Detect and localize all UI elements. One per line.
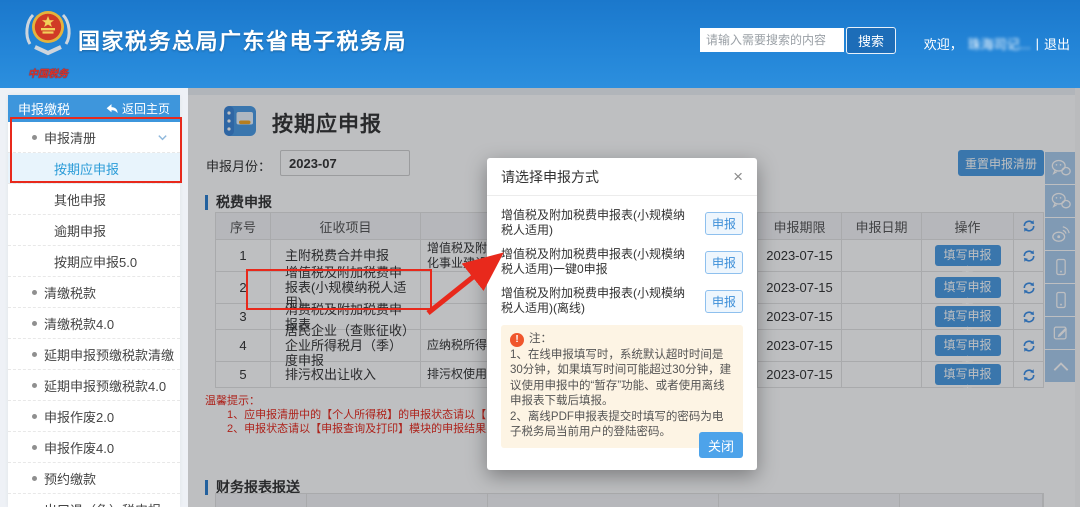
sidebar-item-yanqi-qingjiao[interactable]: 延期申报预缴税款清缴 <box>8 339 180 370</box>
back-arrow-icon <box>106 103 118 113</box>
dialog-title: 请选择申报方式 <box>501 168 599 185</box>
declare-button[interactable]: 申报 <box>705 289 743 313</box>
bullet-dot <box>32 135 37 140</box>
sidebar-item-anqi-ying-shenbao[interactable]: 按期应申报 <box>8 153 180 184</box>
sidebar-item-yanqi-4[interactable]: 延期申报预缴税款4.0 <box>8 370 180 401</box>
top-header: 中国税务 国家税务总局广东省电子税务局 搜索 欢迎， 珠海司记... | 退出 <box>0 0 1080 88</box>
bullet-dot <box>32 352 37 357</box>
close-button[interactable]: 关闭 <box>699 432 743 458</box>
warning-icon: ! <box>510 332 524 347</box>
note-title: 注： <box>529 333 552 345</box>
national-emblem-icon <box>25 11 71 56</box>
sidebar-item-qingjiao-4[interactable]: 清缴税款4.0 <box>8 308 180 339</box>
welcome-label: 欢迎， <box>923 37 963 52</box>
logout-link[interactable]: 退出 <box>1044 34 1070 53</box>
bullet-dot <box>32 383 37 388</box>
chevron-down-icon <box>157 131 168 146</box>
dialog-note: ! 注： 1、在线申报填写时，系统默认超时时间是30分钟，如果填写时间可能超过3… <box>501 325 743 448</box>
electronic-tax-bureau-page: 中国税务 国家税务总局广东省电子税务局 搜索 欢迎， 珠海司记... | 退出 申… <box>0 0 1080 507</box>
sidebar: 申报缴税 返回主页 申报清册 按期应申报 其他申报 逾期申报 按期应申报5.0 <box>8 95 180 507</box>
back-home-link[interactable]: 返回主页 <box>105 100 170 117</box>
option-label: 增值税及附加税费申报表(小规模纳税人适用)一键0申报 <box>501 247 685 276</box>
bullet-dot <box>32 445 37 450</box>
logo-caption: 中国税务 <box>28 69 68 80</box>
sidebar-item-yuqi-shenbao[interactable]: 逾期申报 <box>8 215 180 246</box>
sidebar-item-shenbao-qingce[interactable]: 申报清册 <box>8 122 180 153</box>
sidebar-item-qita-shenbao[interactable]: 其他申报 <box>8 184 180 215</box>
sidebar-item-zuofei-4[interactable]: 申报作废4.0 <box>8 432 180 463</box>
separator: | <box>1035 36 1039 51</box>
declare-button[interactable]: 申报 <box>705 250 743 274</box>
sidebar-item-qingjiao-shuikuan[interactable]: 清缴税款 <box>8 277 180 308</box>
dialog-header: 请选择申报方式 × <box>487 158 757 196</box>
search-button[interactable]: 搜索 <box>846 27 896 54</box>
sidebar-item-anqi-5[interactable]: 按期应申报5.0 <box>8 246 180 277</box>
user-area: 欢迎， 珠海司记... | 退出 <box>924 34 1070 53</box>
option-label: 增值税及附加税费申报表(小规模纳税人适用)(离线) <box>501 286 685 315</box>
sidebar-item-chukou-tui[interactable]: 出口退（免）税申报 <box>8 494 180 507</box>
sidebar-item-zuofei-2[interactable]: 申报作废2.0 <box>8 401 180 432</box>
bullet-dot <box>32 321 37 326</box>
close-icon[interactable]: × <box>733 168 743 185</box>
site-title: 国家税务总局广东省电子税务局 <box>78 29 408 54</box>
username: 珠海司记... <box>967 37 1031 52</box>
dialog-footer: 关闭 <box>699 432 743 458</box>
sidebar-header: 申报缴税 返回主页 <box>8 95 180 122</box>
sidebar-title: 申报缴税 <box>18 102 71 117</box>
bullet-dot <box>32 290 37 295</box>
declaration-method-dialog: 请选择申报方式 × 增值税及附加税费申报表(小规模纳税人适用) 申报 增值税及附… <box>487 158 757 470</box>
declaration-option: 增值税及附加税费申报表(小规模纳税人适用) 申报 <box>501 208 743 238</box>
bullet-dot <box>32 476 37 481</box>
sidebar-item-yuyue-jiaokuan[interactable]: 预约缴款 <box>8 463 180 494</box>
search-input[interactable] <box>700 28 844 52</box>
note-line: 1、在线申报填写时，系统默认超时时间是30分钟，如果填写时间可能超过30分钟，建… <box>510 348 732 408</box>
declare-button[interactable]: 申报 <box>705 211 743 235</box>
declaration-option: 增值税及附加税费申报表(小规模纳税人适用)一键0申报 申报 <box>501 247 743 277</box>
tax-bureau-logo: 中国税务 <box>16 6 80 84</box>
declaration-option: 增值税及附加税费申报表(小规模纳税人适用)(离线) 申报 <box>501 286 743 316</box>
bullet-dot <box>32 414 37 419</box>
option-label: 增值税及附加税费申报表(小规模纳税人适用) <box>501 208 685 237</box>
dialog-body: 增值税及附加税费申报表(小规模纳税人适用) 申报 增值税及附加税费申报表(小规模… <box>487 196 757 448</box>
